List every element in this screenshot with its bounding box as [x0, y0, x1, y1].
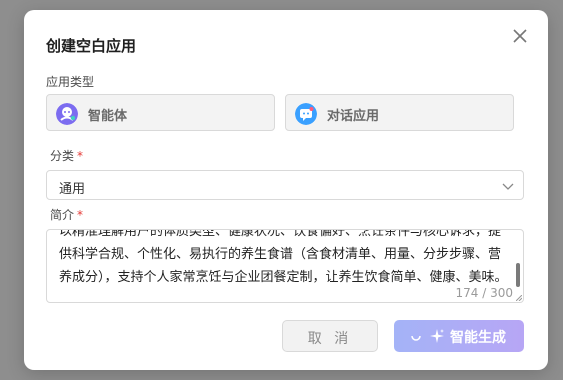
app-type-label: 应用类型	[46, 75, 95, 89]
chat-bubble-icon	[295, 103, 317, 125]
textarea-scrollbar[interactable]	[516, 263, 520, 287]
resize-handle-icon[interactable]	[516, 295, 522, 301]
close-icon[interactable]	[510, 26, 530, 46]
category-select[interactable]: 通用	[46, 170, 524, 200]
required-mark: *	[77, 149, 84, 163]
app-type-agent-label: 智能体	[88, 109, 128, 124]
app-type-chat-option[interactable]: 对话应用	[285, 94, 514, 131]
robot-avatar-icon	[56, 103, 78, 125]
category-label: 分类 *	[50, 149, 84, 163]
app-type-agent-option[interactable]: 智能体	[46, 94, 275, 131]
intro-label: 简介 *	[50, 208, 84, 222]
generate-button[interactable]: 智能生成	[394, 320, 524, 352]
category-select-value: 通用	[59, 182, 86, 197]
cancel-button[interactable]: 取 消	[282, 320, 378, 352]
chevron-down-icon	[502, 183, 514, 190]
required-mark: *	[77, 208, 84, 222]
intro-textarea[interactable]: 以精准理解用户的体质类型、健康状况、饮食偏好、烹饪条件与核心诉求，提供科学合规、…	[46, 229, 524, 303]
loading-spinner-icon	[411, 335, 421, 341]
sparkle-icon	[430, 329, 444, 343]
char-counter: 174 / 300	[455, 286, 513, 300]
app-type-chat-label: 对话应用	[327, 109, 380, 124]
create-app-dialog: 创建空白应用 应用类型 智能体 对话应用 分类 * 通用 简介 * 以精准理解用…	[24, 10, 548, 370]
dialog-title: 创建空白应用	[46, 37, 137, 55]
intro-text: 以精准理解用户的体质类型、健康状况、饮食偏好、烹饪条件与核心诉求，提供科学合规、…	[59, 229, 508, 285]
